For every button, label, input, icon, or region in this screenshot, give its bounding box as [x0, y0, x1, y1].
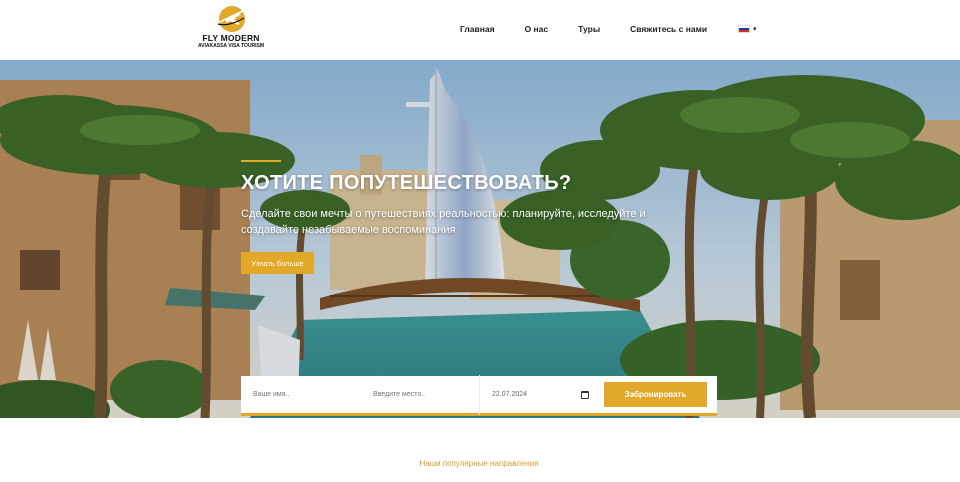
- site-logo[interactable]: FLY MODERN AVIAKASSA VISA TOURISM: [190, 4, 272, 56]
- learn-more-button[interactable]: Узнать больше: [241, 252, 314, 274]
- date-input[interactable]: 22.07.2024: [479, 374, 599, 415]
- book-button[interactable]: Забронировать: [604, 382, 707, 407]
- logo-subtitle: AVIAKASSA VISA TOURISM: [197, 43, 265, 49]
- name-input[interactable]: [241, 374, 361, 415]
- hero-text: Сделайте свои мечты о путешествиях реаль…: [241, 208, 646, 236]
- site-header: FLY MODERN AVIAKASSA VISA TOURISM Главна…: [0, 0, 960, 60]
- booking-form: 22.07.2024 Забронировать: [241, 374, 717, 416]
- date-value: 22.07.2024: [492, 391, 528, 398]
- nav-home[interactable]: Главная: [460, 24, 495, 34]
- language-selector[interactable]: ▾: [738, 25, 757, 33]
- popular-destinations-label: Наши популярные направления: [419, 459, 539, 468]
- main-nav: Главная О нас Туры Свяжитесь с нами: [460, 24, 707, 34]
- airplane-logo-icon: [217, 6, 246, 32]
- nav-contact[interactable]: Свяжитесь с нами: [630, 24, 707, 34]
- place-input[interactable]: [361, 374, 479, 415]
- hero-title: ХОТИТЕ ПОПУТЕШЕСТВОВАТЬ?: [241, 172, 572, 194]
- nav-tours[interactable]: Туры: [578, 24, 600, 34]
- hero-section: ХОТИТЕ ПОПУТЕШЕСТВОВАТЬ? Сделайте свои м…: [0, 60, 960, 418]
- hero-accent-line: [241, 160, 281, 162]
- calendar-icon[interactable]: [581, 390, 589, 399]
- logo-title: FLY MODERN: [202, 33, 260, 43]
- nav-about[interactable]: О нас: [525, 24, 549, 34]
- russia-flag-icon: [738, 25, 750, 33]
- hero-background-image: [0, 60, 960, 418]
- chevron-down-icon: ▾: [753, 26, 757, 33]
